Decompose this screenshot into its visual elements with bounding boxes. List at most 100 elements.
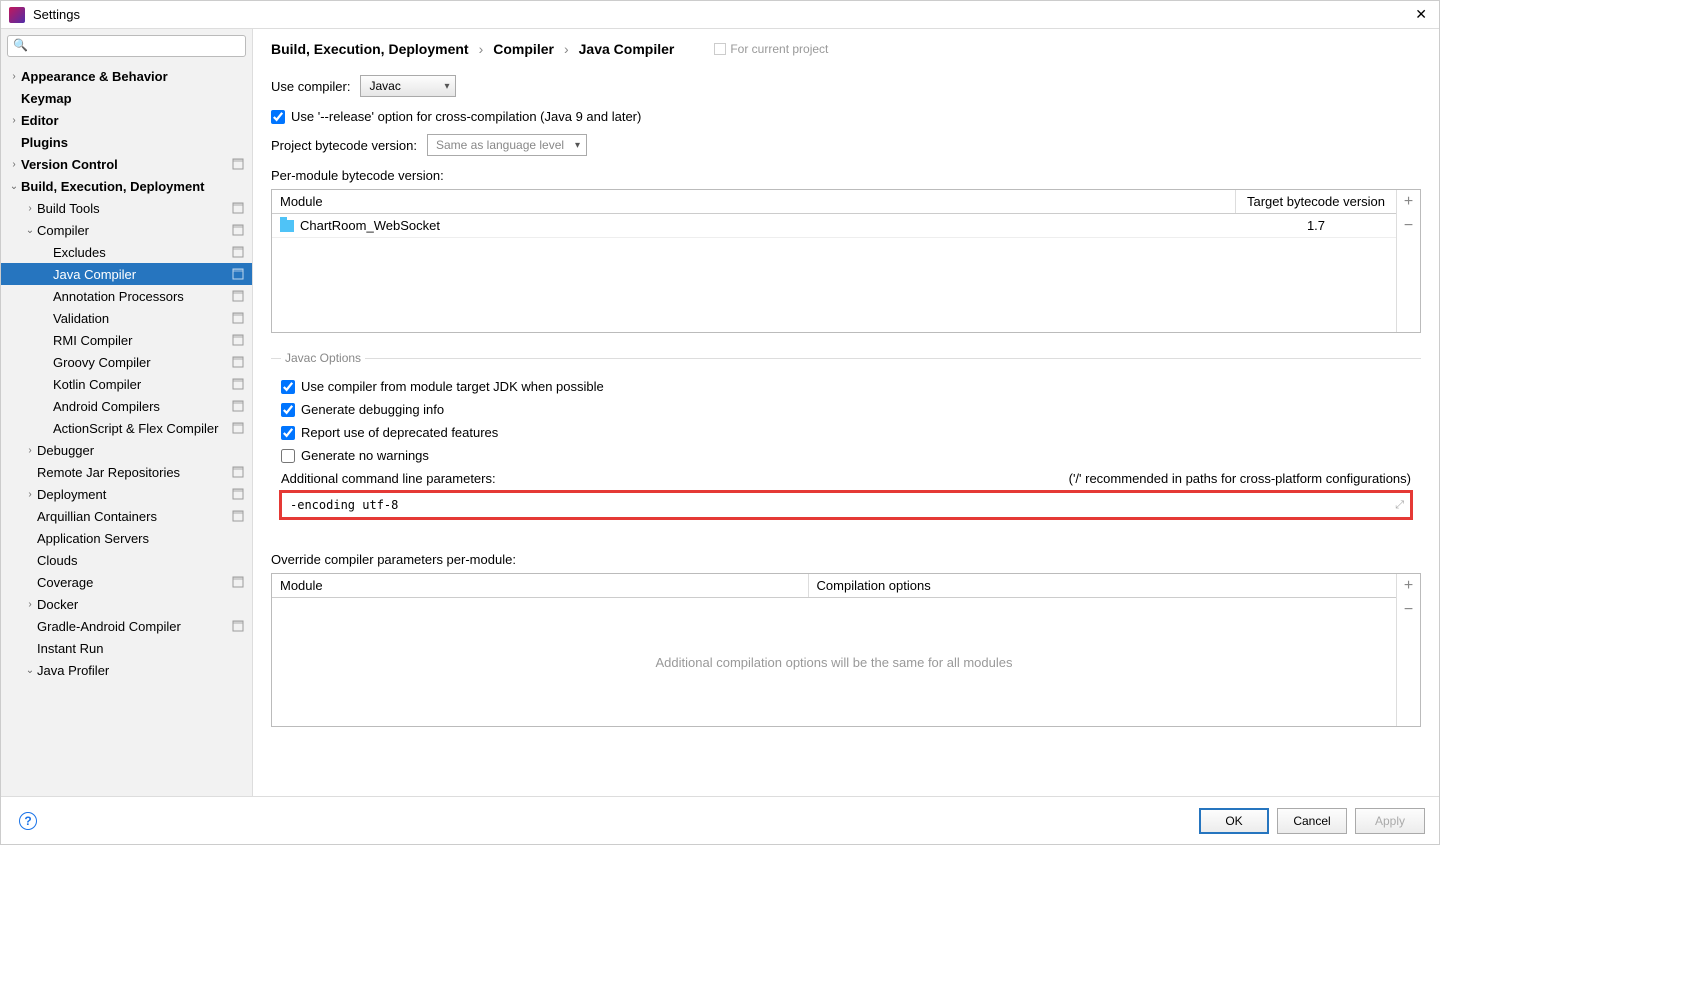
table1-col-module[interactable]: Module	[272, 190, 1236, 213]
sidebar-item-label: Groovy Compiler	[53, 355, 232, 370]
project-scope-icon	[232, 356, 244, 368]
sidebar-item-actionscript-flex-compiler[interactable]: ›ActionScript & Flex Compiler	[1, 417, 252, 439]
table1-col-target[interactable]: Target bytecode version	[1236, 190, 1396, 213]
params-label-row: Additional command line parameters: ('/'…	[281, 471, 1411, 486]
project-scope-icon	[232, 576, 244, 588]
settings-window: Settings ✕ 🔍 ›Appearance & Behavior›Keym…	[0, 0, 1440, 845]
sidebar-item-deployment[interactable]: ›Deployment	[1, 483, 252, 505]
sidebar-item-coverage[interactable]: ›Coverage	[1, 571, 252, 593]
use-compiler-combo[interactable]: Javac	[360, 75, 456, 97]
project-bytecode-combo[interactable]: Same as language level	[427, 134, 587, 156]
sidebar-item-remote-jar-repositories[interactable]: ›Remote Jar Repositories	[1, 461, 252, 483]
sidebar-item-validation[interactable]: ›Validation	[1, 307, 252, 329]
dialog-body: 🔍 ›Appearance & Behavior›Keymap›Editor›P…	[1, 29, 1439, 796]
sidebar-item-label: Validation	[53, 311, 232, 326]
sidebar-item-label: ActionScript & Flex Compiler	[53, 421, 232, 436]
breadcrumb-c: Java Compiler	[579, 41, 675, 57]
table-row[interactable]: ChartRoom_WebSocket 1.7	[272, 214, 1396, 238]
sidebar-item-label: Application Servers	[37, 531, 244, 546]
breadcrumb-b[interactable]: Compiler	[493, 41, 554, 57]
sidebar-item-label: Gradle-Android Compiler	[37, 619, 232, 634]
sidebar-item-rmi-compiler[interactable]: ›RMI Compiler	[1, 329, 252, 351]
cancel-button[interactable]: Cancel	[1277, 808, 1347, 834]
sidebar-item-application-servers[interactable]: ›Application Servers	[1, 527, 252, 549]
sidebar-item-build-execution-deployment[interactable]: ⌄Build, Execution, Deployment	[1, 175, 252, 197]
sidebar-item-arquillian-containers[interactable]: ›Arquillian Containers	[1, 505, 252, 527]
chevron-right-icon[interactable]: ›	[7, 159, 21, 170]
settings-sidebar: 🔍 ›Appearance & Behavior›Keymap›Editor›P…	[1, 29, 253, 796]
expand-icon[interactable]: ⤢	[1389, 499, 1410, 512]
params-hint: ('/' recommended in paths for cross-plat…	[1069, 471, 1411, 486]
project-scope-icon	[232, 488, 244, 500]
override-label: Override compiler parameters per-module:	[271, 552, 1421, 567]
window-title: Settings	[33, 7, 1411, 22]
sidebar-item-android-compilers[interactable]: ›Android Compilers	[1, 395, 252, 417]
project-bytecode-label: Project bytecode version:	[271, 138, 417, 153]
chevron-right-icon[interactable]: ›	[7, 71, 21, 82]
sidebar-item-label: Annotation Processors	[53, 289, 232, 304]
project-scope-icon	[232, 422, 244, 434]
sidebar-item-debugger[interactable]: ›Debugger	[1, 439, 252, 461]
project-scope-icon	[714, 43, 726, 55]
breadcrumb-a[interactable]: Build, Execution, Deployment	[271, 41, 469, 57]
help-icon[interactable]: ?	[19, 812, 37, 830]
additional-params-input[interactable]	[282, 493, 1389, 517]
chevron-right-icon[interactable]: ›	[23, 203, 37, 214]
sidebar-item-java-compiler[interactable]: ›Java Compiler	[1, 263, 252, 285]
sidebar-item-label: Arquillian Containers	[37, 509, 232, 524]
opt-module-jdk[interactable]: Use compiler from module target JDK when…	[281, 379, 1411, 394]
sidebar-item-instant-run[interactable]: ›Instant Run	[1, 637, 252, 659]
release-option-checkbox[interactable]	[271, 110, 285, 124]
override-empty-text: Additional compilation options will be t…	[272, 598, 1396, 726]
project-scope-icon	[232, 202, 244, 214]
table2-col-module[interactable]: Module	[272, 574, 809, 597]
chevron-right-icon[interactable]: ›	[7, 115, 21, 126]
module-icon	[280, 220, 294, 232]
add-row-button[interactable]: +	[1397, 190, 1420, 214]
release-option-check[interactable]: Use '--release' option for cross-compila…	[271, 109, 1421, 124]
settings-tree[interactable]: ›Appearance & Behavior›Keymap›Editor›Plu…	[1, 63, 252, 796]
sidebar-item-label: Java Compiler	[53, 267, 232, 282]
sidebar-item-label: Android Compilers	[53, 399, 232, 414]
sidebar-item-editor[interactable]: ›Editor	[1, 109, 252, 131]
target-bytecode-cell[interactable]: 1.7	[1236, 214, 1396, 237]
chevron-down-icon[interactable]: ⌄	[7, 181, 21, 192]
chevron-down-icon[interactable]: ⌄	[23, 225, 37, 236]
chevron-down-icon[interactable]: ⌄	[23, 665, 37, 676]
search-icon: 🔍	[13, 38, 28, 52]
sidebar-item-annotation-processors[interactable]: ›Annotation Processors	[1, 285, 252, 307]
close-icon[interactable]: ✕	[1411, 6, 1431, 23]
remove-row-button[interactable]: −	[1397, 598, 1420, 622]
sidebar-item-gradle-android-compiler[interactable]: ›Gradle-Android Compiler	[1, 615, 252, 637]
sidebar-item-version-control[interactable]: ›Version Control	[1, 153, 252, 175]
chevron-right-icon[interactable]: ›	[23, 489, 37, 500]
ok-button[interactable]: OK	[1199, 808, 1269, 834]
sidebar-item-build-tools[interactable]: ›Build Tools	[1, 197, 252, 219]
per-module-label: Per-module bytecode version:	[271, 168, 1421, 183]
sidebar-item-label: Excludes	[53, 245, 232, 260]
sidebar-item-plugins[interactable]: ›Plugins	[1, 131, 252, 153]
chevron-right-icon[interactable]: ›	[23, 599, 37, 610]
sidebar-item-java-profiler[interactable]: ⌄Java Profiler	[1, 659, 252, 681]
sidebar-item-groovy-compiler[interactable]: ›Groovy Compiler	[1, 351, 252, 373]
remove-row-button[interactable]: −	[1397, 214, 1420, 238]
sidebar-item-clouds[interactable]: ›Clouds	[1, 549, 252, 571]
app-icon	[9, 7, 25, 23]
sidebar-item-label: Plugins	[21, 135, 244, 150]
sidebar-item-keymap[interactable]: ›Keymap	[1, 87, 252, 109]
opt-no-warnings[interactable]: Generate no warnings	[281, 448, 1411, 463]
sidebar-item-compiler[interactable]: ⌄Compiler	[1, 219, 252, 241]
sidebar-item-excludes[interactable]: ›Excludes	[1, 241, 252, 263]
opt-deprecated[interactable]: Report use of deprecated features	[281, 425, 1411, 440]
sidebar-item-label: Appearance & Behavior	[21, 69, 244, 84]
chevron-right-icon[interactable]: ›	[23, 445, 37, 456]
apply-button[interactable]: Apply	[1355, 808, 1425, 834]
sidebar-item-docker[interactable]: ›Docker	[1, 593, 252, 615]
sidebar-item-appearance-behavior[interactable]: ›Appearance & Behavior	[1, 65, 252, 87]
table2-col-options[interactable]: Compilation options	[809, 574, 1396, 597]
titlebar: Settings ✕	[1, 1, 1439, 29]
add-row-button[interactable]: +	[1397, 574, 1420, 598]
sidebar-item-kotlin-compiler[interactable]: ›Kotlin Compiler	[1, 373, 252, 395]
opt-debug-info[interactable]: Generate debugging info	[281, 402, 1411, 417]
search-input[interactable]	[7, 35, 246, 57]
